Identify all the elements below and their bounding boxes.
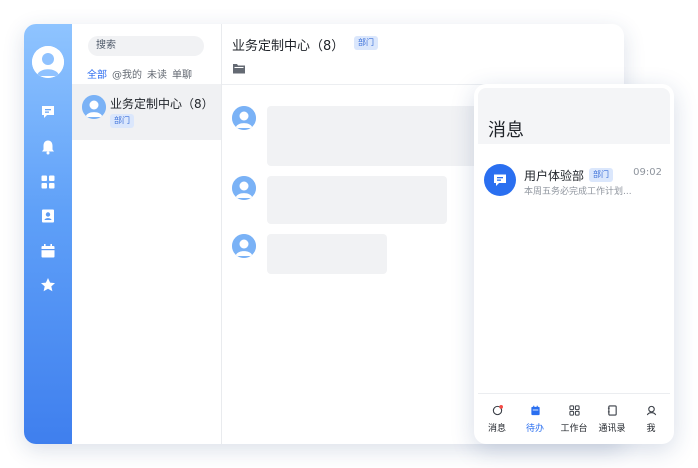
todo-icon (531, 405, 540, 416)
avatar-icon (232, 176, 256, 200)
calendar-icon[interactable] (40, 243, 56, 259)
tab-label: 通讯录 (598, 424, 626, 434)
avatar-icon (82, 95, 106, 119)
message-preview: 本周五务必完成工作计划... (524, 187, 632, 197)
message-bubble (267, 106, 487, 166)
group-chat-icon (484, 164, 516, 196)
mobile-screen: 消息 用户体验部 部门 09:02 本周五务必完成工作计划... 消息 待办 工… (474, 84, 674, 444)
chat-name: 用户体验部 (524, 169, 585, 183)
department-badge: 部门 (354, 36, 378, 50)
message-icon (492, 405, 503, 416)
contacts-icon[interactable] (40, 208, 56, 224)
page-title: 消息 (488, 120, 524, 141)
mobile-header: 消息 (478, 88, 670, 144)
apps-icon[interactable] (40, 174, 56, 190)
star-icon[interactable] (40, 277, 56, 293)
message-avatar (232, 234, 256, 258)
tab-workbench[interactable]: 工作台 (555, 394, 593, 442)
tab-contacts[interactable]: 通讯录 (593, 394, 631, 442)
timestamp: 09:02 (633, 167, 662, 178)
avatar-icon (232, 234, 256, 258)
tab-messages[interactable]: 消息 (478, 394, 516, 442)
group-avatar (82, 95, 106, 119)
contacts-icon (607, 405, 617, 416)
bottom-tab-bar: 消息 待办 工作台 通讯录 我 (478, 393, 670, 442)
search-input[interactable]: 搜索 (88, 36, 204, 56)
conversation-item[interactable]: 业务定制中心（8） 部门 (72, 84, 221, 140)
message-bubble (267, 176, 447, 224)
user-avatar[interactable] (32, 46, 64, 78)
sidebar-rail (24, 24, 72, 444)
department-badge: 部门 (589, 168, 613, 182)
tab-me[interactable]: 我 (632, 394, 670, 442)
tab-todo[interactable]: 待办 (516, 394, 554, 442)
message-bubble (267, 234, 387, 274)
workbench-icon (569, 405, 580, 416)
conversation-name: 业务定制中心（8） (110, 97, 214, 111)
folder-icon[interactable] (232, 60, 246, 74)
message-avatar (232, 176, 256, 200)
filter-tabs: 全部 @我的 未读 单聊 (87, 66, 197, 81)
filter-tab-direct[interactable]: 单聊 (172, 66, 192, 81)
bell-icon[interactable] (40, 139, 56, 155)
conversation-list: 搜索 全部 @我的 未读 单聊 业务定制中心（8） 部门 (72, 24, 222, 444)
avatar-icon (232, 106, 256, 130)
chat-header: 业务定制中心（8） 部门 (222, 24, 624, 85)
tab-label: 工作台 (560, 424, 588, 434)
chat-icon[interactable] (40, 104, 56, 120)
me-icon (646, 405, 657, 416)
chat-title: 业务定制中心（8） (232, 39, 345, 54)
avatar-icon (32, 46, 64, 78)
tab-label: 待办 (525, 424, 544, 434)
filter-tab-unread[interactable]: 未读 (147, 66, 167, 81)
filter-tab-mentions[interactable]: @我的 (112, 66, 142, 81)
filter-tab-all[interactable]: 全部 (87, 66, 107, 81)
message-avatar (232, 106, 256, 130)
department-badge: 部门 (110, 114, 134, 128)
tab-label: 消息 (487, 424, 506, 434)
tab-label: 我 (646, 424, 656, 434)
